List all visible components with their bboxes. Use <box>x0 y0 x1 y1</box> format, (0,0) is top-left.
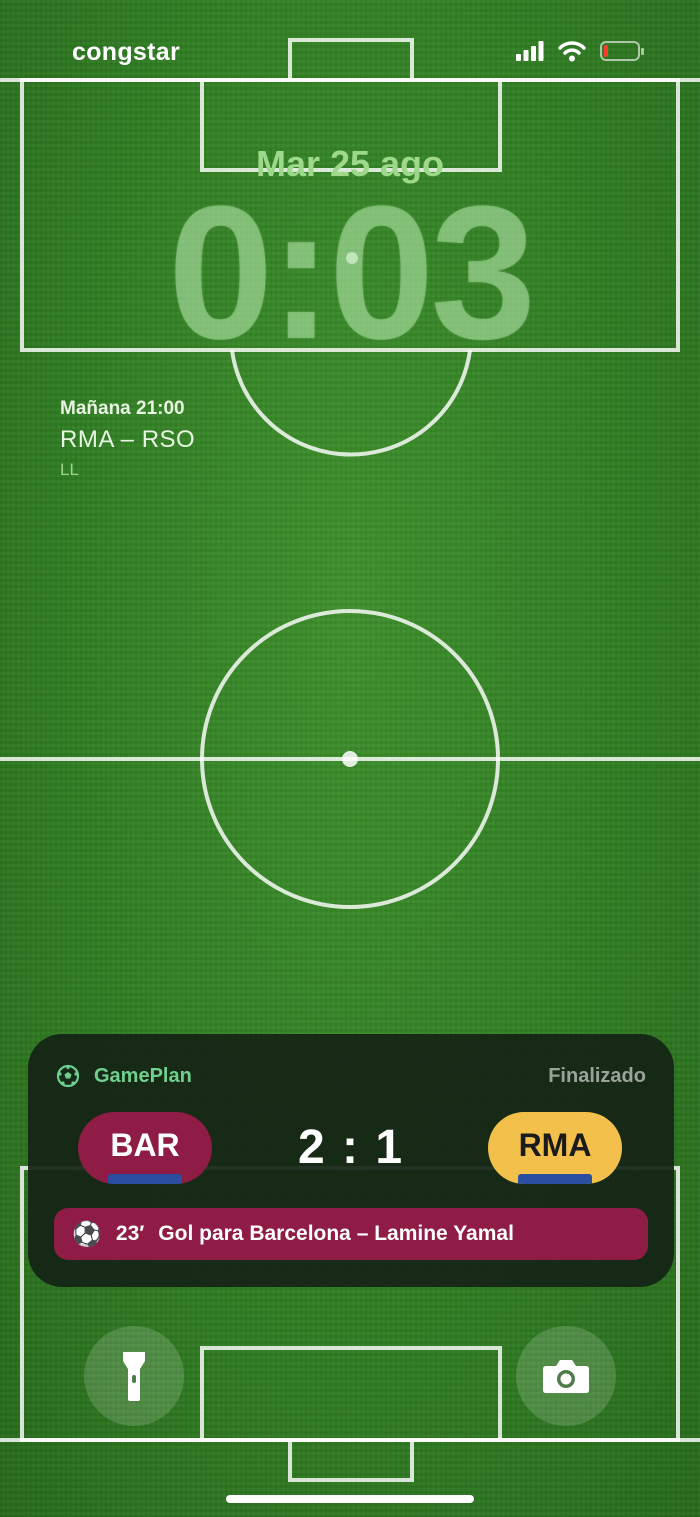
camera-icon <box>543 1360 589 1393</box>
next-game-widget[interactable]: Mañana 21:00 RMA – RSO LL <box>60 398 195 480</box>
wifi-icon <box>558 41 586 62</box>
status-icons <box>516 40 644 62</box>
home-team-badge: BAR <box>78 1112 212 1184</box>
home-indicator[interactable] <box>226 1495 474 1503</box>
carrier-name: congstar <box>72 38 180 66</box>
match-status: Finalizado <box>548 1065 646 1087</box>
flashlight-button[interactable] <box>84 1326 184 1426</box>
event-minute: 23′ <box>115 1222 145 1245</box>
live-activity-card[interactable]: GamePlan Finalizado BAR 2 : 1 RMA ⚽ 23′ … <box>28 1034 674 1287</box>
cellular-signal-icon <box>516 41 544 61</box>
event-text: Gol para Barcelona – Lamine Yamal <box>158 1222 514 1245</box>
away-team-badge: RMA <box>488 1112 622 1184</box>
app-name: GamePlan <box>94 1064 192 1087</box>
away-team-stripe <box>518 1174 592 1184</box>
next-game-time: Mañana 21:00 <box>60 398 185 419</box>
home-team-stripe <box>108 1174 182 1184</box>
next-game-teams: RMA – RSO <box>60 426 196 453</box>
app-header: GamePlan <box>56 1064 192 1088</box>
next-game-league: LL <box>60 460 79 479</box>
away-team-abbr: RMA <box>518 1127 592 1163</box>
soccer-ball-icon: ⚽ <box>72 1220 102 1248</box>
flashlight-icon <box>123 1352 145 1401</box>
home-team-abbr: BAR <box>110 1127 180 1163</box>
camera-button[interactable] <box>516 1326 616 1426</box>
battery-low-icon <box>600 41 644 61</box>
lock-time: 0:03 <box>167 167 536 379</box>
match-score: 2 : 1 <box>297 1121 405 1174</box>
goal-event-bar: ⚽ 23′ Gol para Barcelona – Lamine Yamal <box>54 1208 648 1260</box>
soccer-ball-icon <box>56 1064 80 1088</box>
